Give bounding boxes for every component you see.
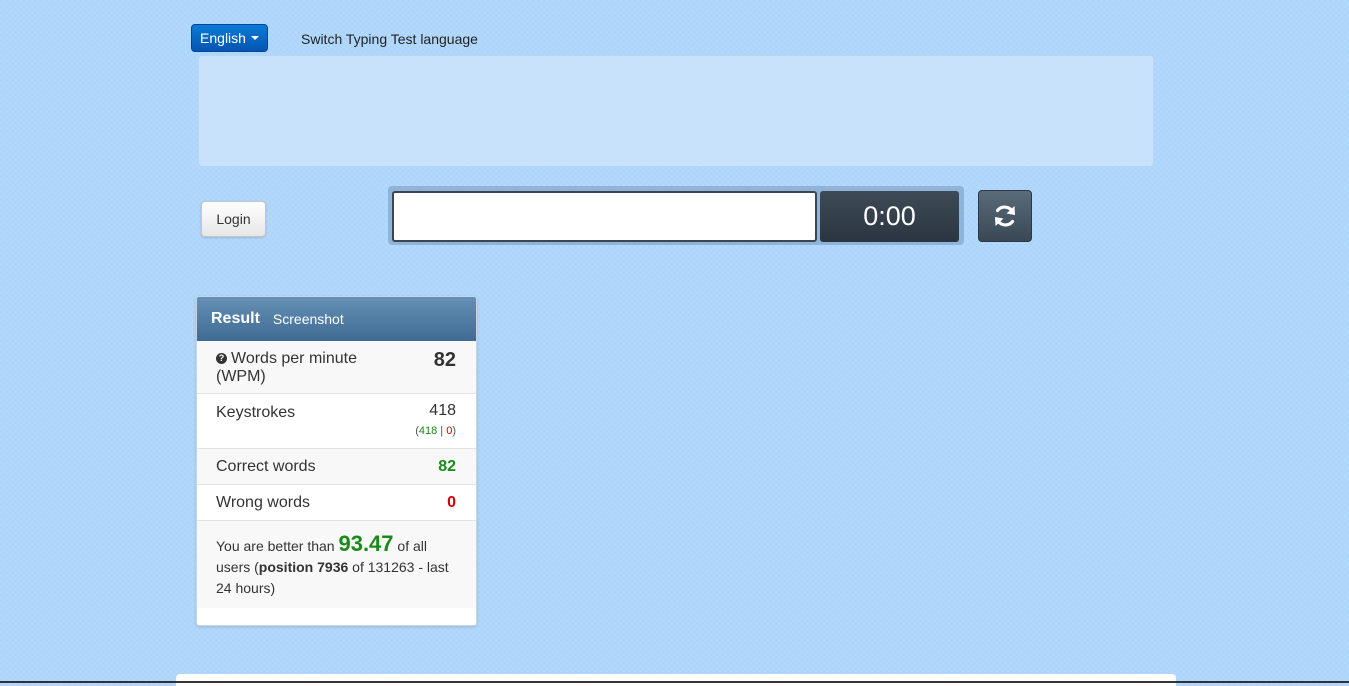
keystrokes-correct: 418 — [418, 425, 438, 437]
question-circle-icon[interactable]: ? — [216, 353, 227, 364]
correct-words-label: Correct words — [216, 457, 316, 475]
wrong-words-value: 0 — [447, 494, 456, 511]
wpm-row: ? Words per minute (WPM) 82 — [197, 341, 476, 394]
correct-words-value: 82 — [438, 458, 456, 475]
refresh-icon — [995, 205, 1015, 227]
reload-button[interactable] — [978, 190, 1032, 242]
wrong-words-row: Wrong words 0 — [197, 485, 476, 521]
result-panel: Result Screenshot ? Words per minute (WPM… — [196, 296, 477, 626]
switch-language-label: Switch Typing Test language — [301, 31, 478, 47]
summary-prefix: You are better than — [216, 538, 335, 554]
ranking-summary: You are better than 93.47 of all users (… — [197, 521, 476, 608]
caret-down-icon — [250, 36, 259, 40]
summary-position: position 7936 — [258, 559, 349, 575]
login-button[interactable]: Login — [201, 201, 266, 237]
keystrokes-wrong: 0 — [446, 425, 453, 437]
result-title: Result — [211, 310, 260, 327]
typing-text-area — [198, 55, 1154, 167]
wpm-label-wrap: ? Words per minute (WPM) — [216, 350, 386, 386]
typing-input[interactable] — [392, 191, 817, 242]
wrong-words-label: Wrong words — [216, 493, 310, 511]
correct-words-row: Correct words 82 — [197, 449, 476, 485]
wpm-value: 82 — [433, 349, 456, 371]
summary-percent: 93.47 — [338, 531, 394, 556]
keystrokes-label: Keystrokes — [216, 404, 296, 421]
wpm-label: Words per minute (WPM) — [216, 350, 357, 385]
language-dropdown-button[interactable]: English — [191, 24, 268, 52]
result-header: Result Screenshot — [197, 297, 476, 341]
bottom-panel-edge — [176, 674, 1176, 686]
keystrokes-value: 418 — [429, 402, 456, 419]
screenshot-link[interactable]: Screenshot — [273, 311, 344, 327]
countdown-timer: 0:00 — [820, 191, 959, 242]
language-label: English — [200, 30, 246, 46]
keystrokes-row: Keystrokes 418 (418 | 0) — [197, 394, 476, 449]
keystrokes-breakdown: (418 | 0) — [415, 425, 456, 437]
